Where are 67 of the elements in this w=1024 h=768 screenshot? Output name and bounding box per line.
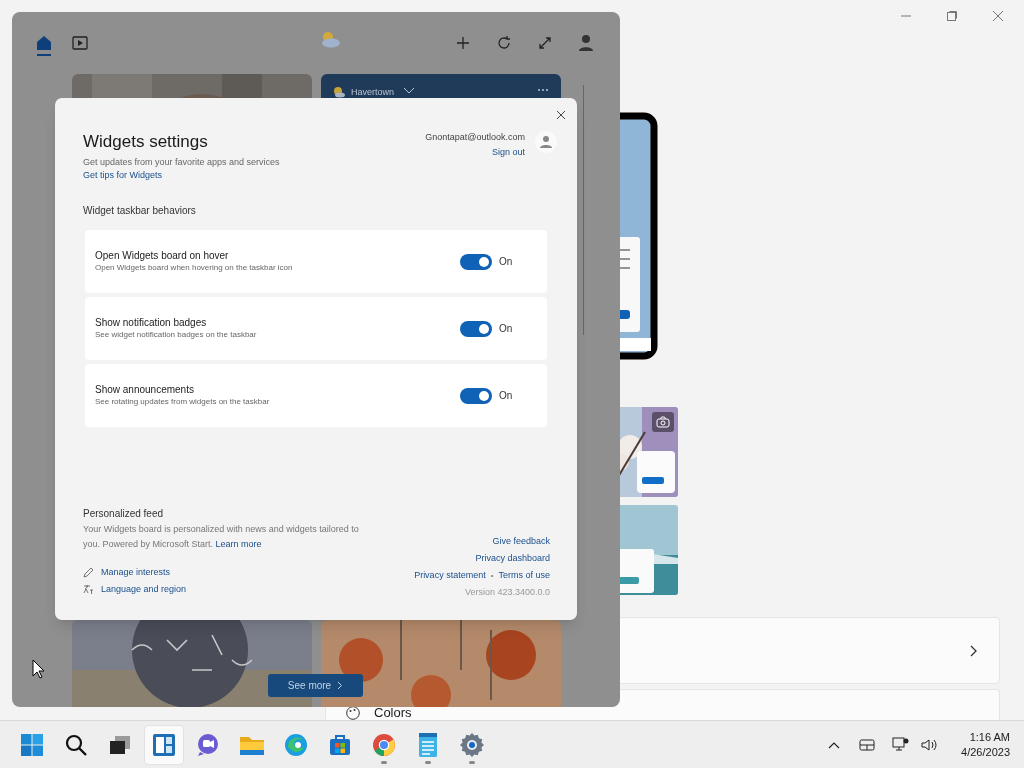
camera-icon[interactable] [656,416,670,428]
volume-icon[interactable] [921,737,940,752]
toggle-switch[interactable] [460,320,492,337]
windows-logo-icon [20,732,44,757]
setting-description: Open Widgets board when hovering on the taskbar icon [95,262,293,274]
avatar-icon [535,131,557,153]
toggle-state: On [499,322,514,336]
clock-time[interactable]: 1:16 AM [969,729,1010,745]
toggle-state: On [499,255,514,269]
browser-icon [284,732,308,757]
feedback-link[interactable]: Give feedback [492,535,550,548]
refresh-icon[interactable] [496,35,512,51]
weather-location[interactable]: Havertown [351,88,395,97]
feed-title: Personalized feed [83,507,165,520]
toggle-state: On [499,389,514,403]
network-icon[interactable] [892,737,910,752]
see-more-button[interactable]: See more [268,674,363,697]
close-icon[interactable] [990,10,1006,22]
feed-action-link[interactable]: Manage interests [101,566,171,579]
sign-out-link[interactable]: Sign out [491,146,525,159]
search-icon [64,732,88,757]
more-icon[interactable] [537,88,549,92]
version-text: Version 423.3400.0.0 [464,586,550,599]
section-title: Widget taskbar behaviors [83,204,197,217]
notepad-icon [418,731,438,758]
language-icon [83,584,94,595]
feed-description: Your Widgets board is personalized with news and widgets tailored to you. Powered by Microsoft Start. Learn more [83,523,360,551]
card-label: Colors [374,706,412,719]
palette-icon [346,706,360,720]
pencil-icon [83,567,94,578]
dialog-title: Widgets settings [83,132,209,152]
chevron-right-icon [337,681,344,690]
account-email: Gnontapat@outlook.com [425,131,525,144]
store-icon [329,733,351,756]
close-icon[interactable] [556,110,566,120]
toggle-switch[interactable] [460,253,492,270]
setting-title: Open Widgets board on hover [95,249,230,262]
add-icon[interactable] [455,35,471,51]
setting-description: See widget notification badges on the taskbar [95,329,257,341]
setting-description: See rotating updates from widgets on the taskbar [95,396,270,408]
weather-icon [319,30,341,48]
chevron-up-icon[interactable] [828,740,841,749]
separator: • [490,570,494,582]
weather-icon [333,86,345,98]
chat-icon [196,732,220,757]
chrome-icon [372,732,396,757]
tips-link[interactable]: Get tips for Widgets [83,169,280,182]
feed-action-link[interactable]: Language and region [101,583,187,596]
avatar-icon[interactable] [578,34,594,52]
dialog-subtitle: Get updates from your favorite apps and services [83,156,280,169]
chevron-right-icon [969,644,977,657]
expand-icon[interactable] [537,35,553,51]
keyboard-icon[interactable] [859,738,876,751]
privacy-statement-link[interactable]: Privacy statement [414,569,486,582]
terms-link[interactable]: Terms of use [498,569,550,582]
clock-date[interactable]: 4/26/2023 [961,744,1010,760]
toggle-switch[interactable] [460,387,492,404]
restore-icon[interactable] [944,10,960,22]
setting-title: Show announcements [95,383,195,396]
learn-more-link[interactable]: Learn more [215,539,262,549]
widgets-icon [152,732,176,757]
settings-icon [459,731,485,758]
privacy-dashboard-link[interactable]: Privacy dashboard [475,552,550,565]
mouse-cursor-icon [32,659,45,679]
chevron-down-icon[interactable] [403,87,416,95]
task-view-icon [109,734,131,755]
setting-title: Show notification badges [95,316,208,329]
